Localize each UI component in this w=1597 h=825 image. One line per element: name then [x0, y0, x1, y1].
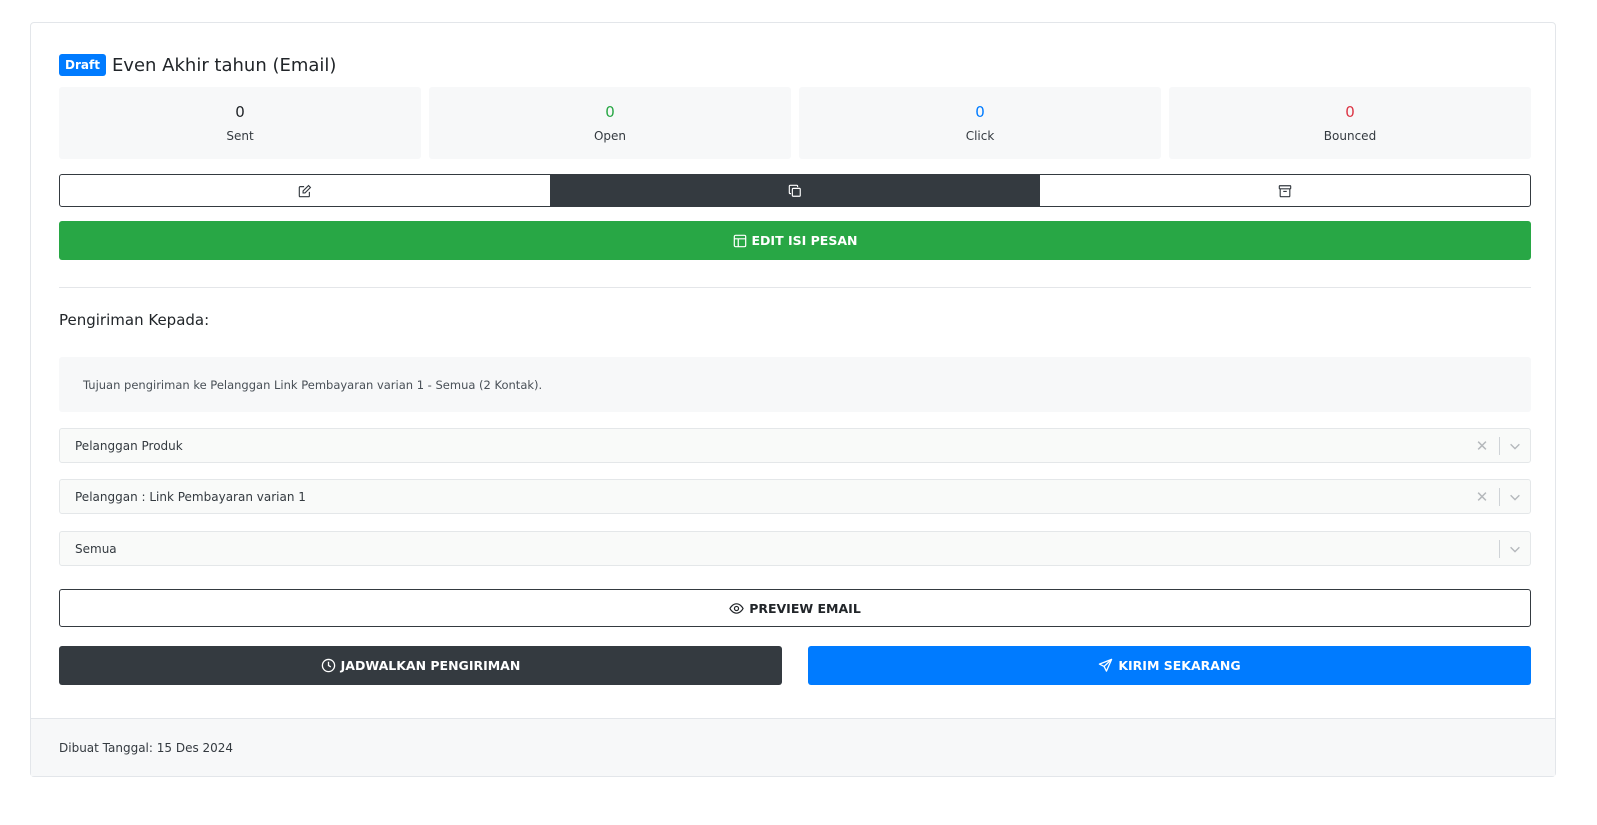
- archive-icon: [1278, 184, 1292, 198]
- customer-type-select[interactable]: Pelanggan Produk ✕: [59, 428, 1531, 463]
- stat-label: Sent: [226, 129, 254, 143]
- stat-label: Open: [593, 129, 627, 143]
- archive-campaign-button[interactable]: [1040, 175, 1530, 206]
- send-now-label: KIRIM SEKARANG: [1118, 658, 1241, 673]
- chevron-down-icon[interactable]: [1508, 542, 1522, 556]
- stat-sent: 0 Sent: [59, 87, 421, 159]
- title-row: Draft Even Akhir tahun (Email): [59, 53, 336, 77]
- schedule-send-label: JADWALKAN PENGIRIMAN: [340, 658, 521, 673]
- recipients-info-box: Tujuan pengiriman ke Pelanggan Link Pemb…: [59, 357, 1531, 412]
- card-footer: Dibuat Tanggal: 15 Des 2024: [31, 718, 1555, 776]
- send-icon: [1098, 658, 1113, 673]
- copy-icon: [788, 184, 802, 198]
- customer-status-select[interactable]: Semua: [59, 531, 1531, 566]
- select-value: Pelanggan : Link Pembayaran varian 1: [75, 489, 306, 504]
- stat-value: 0: [1345, 103, 1355, 121]
- edit-campaign-button[interactable]: [60, 175, 550, 206]
- preview-email-button[interactable]: PREVIEW EMAIL: [59, 589, 1531, 627]
- select-separator: [1499, 487, 1500, 506]
- campaign-action-group: [59, 174, 1531, 207]
- campaign-card: Draft Even Akhir tahun (Email) 0 Sent 0 …: [30, 22, 1556, 777]
- stat-label: Bounced: [1323, 129, 1377, 143]
- select-controls: ✕: [1473, 480, 1530, 513]
- edit-message-content-label: EDIT ISI PESAN: [751, 233, 858, 248]
- preview-email-label: PREVIEW EMAIL: [749, 600, 861, 616]
- select-separator: [1499, 436, 1500, 455]
- customer-group-select[interactable]: Pelanggan : Link Pembayaran varian 1 ✕: [59, 479, 1531, 514]
- stat-value: 0: [605, 103, 615, 121]
- layout-icon: [733, 234, 747, 248]
- stat-label: Click: [965, 129, 995, 143]
- select-value: Pelanggan Produk: [75, 438, 183, 453]
- recipients-section-title: Pengiriman Kepada:: [59, 311, 210, 329]
- divider: [59, 287, 1531, 288]
- clock-icon: [321, 658, 336, 673]
- eye-icon: [729, 601, 744, 616]
- stats-row: 0 Sent 0 Open 0 Click 0 Bounced: [59, 87, 1531, 159]
- stat-open: 0 Open: [429, 87, 791, 159]
- stat-bounced: 0 Bounced: [1169, 87, 1531, 159]
- stat-value: 0: [235, 103, 245, 121]
- page-title: Even Akhir tahun (Email): [111, 54, 337, 76]
- select-value: Semua: [75, 541, 117, 556]
- status-badge: Draft: [59, 54, 106, 76]
- created-date: Dibuat Tanggal: 15 Des 2024: [59, 740, 234, 755]
- duplicate-campaign-button[interactable]: [550, 175, 1040, 206]
- edit-icon: [298, 184, 312, 198]
- edit-message-content-button[interactable]: EDIT ISI PESAN: [59, 221, 1531, 260]
- stat-click: 0 Click: [799, 87, 1161, 159]
- select-separator: [1499, 539, 1500, 558]
- schedule-send-button[interactable]: JADWALKAN PENGIRIMAN: [59, 646, 782, 685]
- chevron-down-icon[interactable]: [1508, 439, 1522, 453]
- select-controls: ✕: [1473, 429, 1530, 462]
- chevron-down-icon[interactable]: [1508, 490, 1522, 504]
- recipients-info-text: Tujuan pengiriman ke Pelanggan Link Pemb…: [83, 377, 543, 392]
- select-controls: [1491, 532, 1530, 565]
- clear-icon[interactable]: ✕: [1473, 437, 1491, 455]
- clear-icon[interactable]: ✕: [1473, 488, 1491, 506]
- send-now-button[interactable]: KIRIM SEKARANG: [808, 646, 1531, 685]
- stat-value: 0: [975, 103, 985, 121]
